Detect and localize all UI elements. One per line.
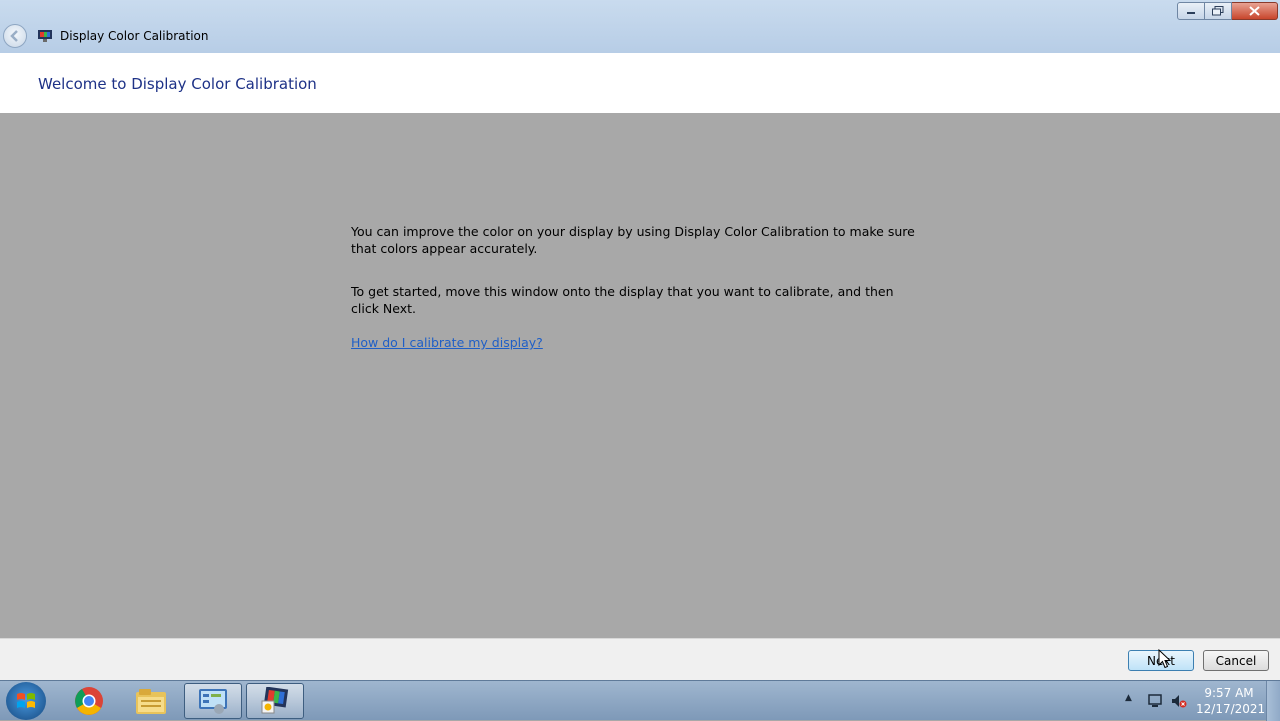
- show-hidden-icons-button[interactable]: ▲: [1125, 693, 1132, 703]
- display-calibration-icon: [38, 30, 52, 42]
- wizard-footer: Next Cancel: [0, 638, 1280, 680]
- close-button[interactable]: [1232, 2, 1278, 20]
- taskbar-file-explorer[interactable]: [122, 683, 180, 719]
- show-desktop-button[interactable]: [1266, 681, 1280, 721]
- file-explorer-icon: [136, 689, 166, 714]
- taskbar: ▲ 9:57 AM 12/17/2021: [0, 680, 1280, 721]
- chrome-icon: [75, 687, 103, 715]
- title-bar: Display Color Calibration: [0, 0, 1280, 53]
- back-arrow-icon: [10, 30, 18, 42]
- start-button[interactable]: [6, 682, 46, 720]
- taskbar-display-calibration[interactable]: [246, 683, 304, 719]
- clock-date: 12/17/2021: [1196, 702, 1266, 716]
- back-button[interactable]: [3, 24, 27, 48]
- page-title: Welcome to Display Color Calibration: [38, 75, 317, 93]
- minimize-button[interactable]: [1177, 2, 1205, 20]
- control-panel-icon: [199, 689, 227, 714]
- windows-logo-icon: [17, 693, 35, 708]
- system-clock[interactable]: 9:57 AM 12/17/2021: [1196, 685, 1266, 717]
- action-center-icon[interactable]: [1147, 693, 1163, 709]
- display-calibration-icon: [261, 687, 289, 714]
- restore-icon: [1212, 6, 1224, 16]
- clock-time: 9:57 AM: [1204, 686, 1254, 700]
- calibration-help-link[interactable]: How do I calibrate my display?: [351, 335, 543, 350]
- maximize-button[interactable]: [1205, 2, 1232, 20]
- mouse-cursor-icon: [1158, 649, 1172, 669]
- volume-muted-icon[interactable]: [1171, 693, 1187, 709]
- window-controls: [1177, 2, 1278, 20]
- window-title: Display Color Calibration: [60, 29, 209, 43]
- taskbar-chrome[interactable]: [60, 683, 118, 719]
- wizard-content: You can improve the color on your displa…: [0, 113, 1280, 638]
- close-icon: [1249, 6, 1260, 16]
- minimize-icon: [1187, 12, 1195, 14]
- instructions-paragraph: To get started, move this window onto th…: [351, 284, 894, 316]
- intro-paragraph: You can improve the color on your displa…: [351, 224, 915, 256]
- cancel-button[interactable]: Cancel: [1203, 650, 1269, 671]
- taskbar-control-panel[interactable]: [184, 683, 242, 719]
- wizard-header: Welcome to Display Color Calibration: [0, 53, 1280, 113]
